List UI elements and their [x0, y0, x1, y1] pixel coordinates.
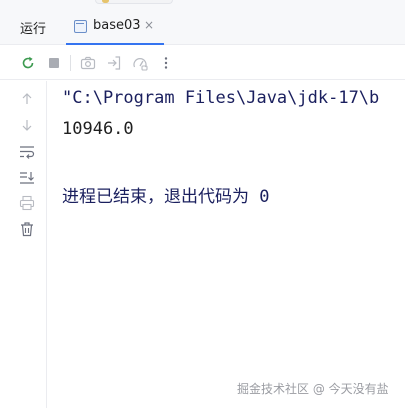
soft-wrap-icon	[20, 146, 35, 159]
window-top-edge	[0, 0, 405, 8]
screenshot-button[interactable]	[79, 54, 97, 72]
process-exit-message: 进程已结束，退出代码为 0	[62, 187, 270, 207]
arrow-down-icon	[22, 120, 32, 131]
stop-icon	[49, 58, 59, 68]
run-tool-window-title: 运行	[20, 22, 47, 37]
run-tab-title: base03	[93, 18, 141, 33]
exit-button[interactable]	[105, 54, 123, 72]
more-vertical-icon	[164, 57, 168, 69]
profiler-button[interactable]	[131, 54, 149, 72]
scroll-to-end-icon	[20, 172, 34, 184]
run-tool-window-header: 运行 base03 ×	[0, 8, 405, 45]
camera-icon	[80, 56, 96, 70]
run-tab-base03[interactable]: base03 ×	[66, 10, 164, 45]
console-command-line: "C:\Program Files\Java\jdk-17\b	[62, 88, 380, 108]
scroll-down-button[interactable]	[18, 116, 36, 134]
run-toolbar	[0, 46, 405, 80]
stop-button[interactable]	[45, 54, 63, 72]
trash-icon	[21, 222, 33, 237]
scroll-up-button[interactable]	[18, 90, 36, 108]
java-class-file-icon	[74, 20, 87, 33]
rerun-icon	[22, 56, 34, 69]
printer-icon	[19, 195, 35, 211]
active-tab-indicator	[66, 43, 164, 45]
clear-all-button[interactable]	[18, 220, 36, 238]
exit-icon	[108, 56, 121, 70]
console-output[interactable]: "C:\Program Files\Java\jdk-17\b 10946.0 …	[48, 81, 405, 408]
console-output-line: 10946.0	[62, 119, 134, 139]
tab-close-button[interactable]: ×	[144, 18, 154, 32]
more-options-button[interactable]	[157, 54, 175, 72]
gauge-icon	[133, 58, 148, 71]
rerun-button[interactable]	[19, 54, 37, 72]
toolbar-separator	[70, 55, 71, 71]
soft-wrap-button[interactable]	[18, 143, 36, 161]
watermark: 掘金技术社区 @ 今天没有盐	[237, 382, 389, 396]
print-button[interactable]	[18, 194, 36, 212]
arrow-up-icon	[22, 93, 32, 104]
console-side-toolbar	[0, 81, 47, 408]
scroll-to-end-button[interactable]	[18, 169, 36, 187]
